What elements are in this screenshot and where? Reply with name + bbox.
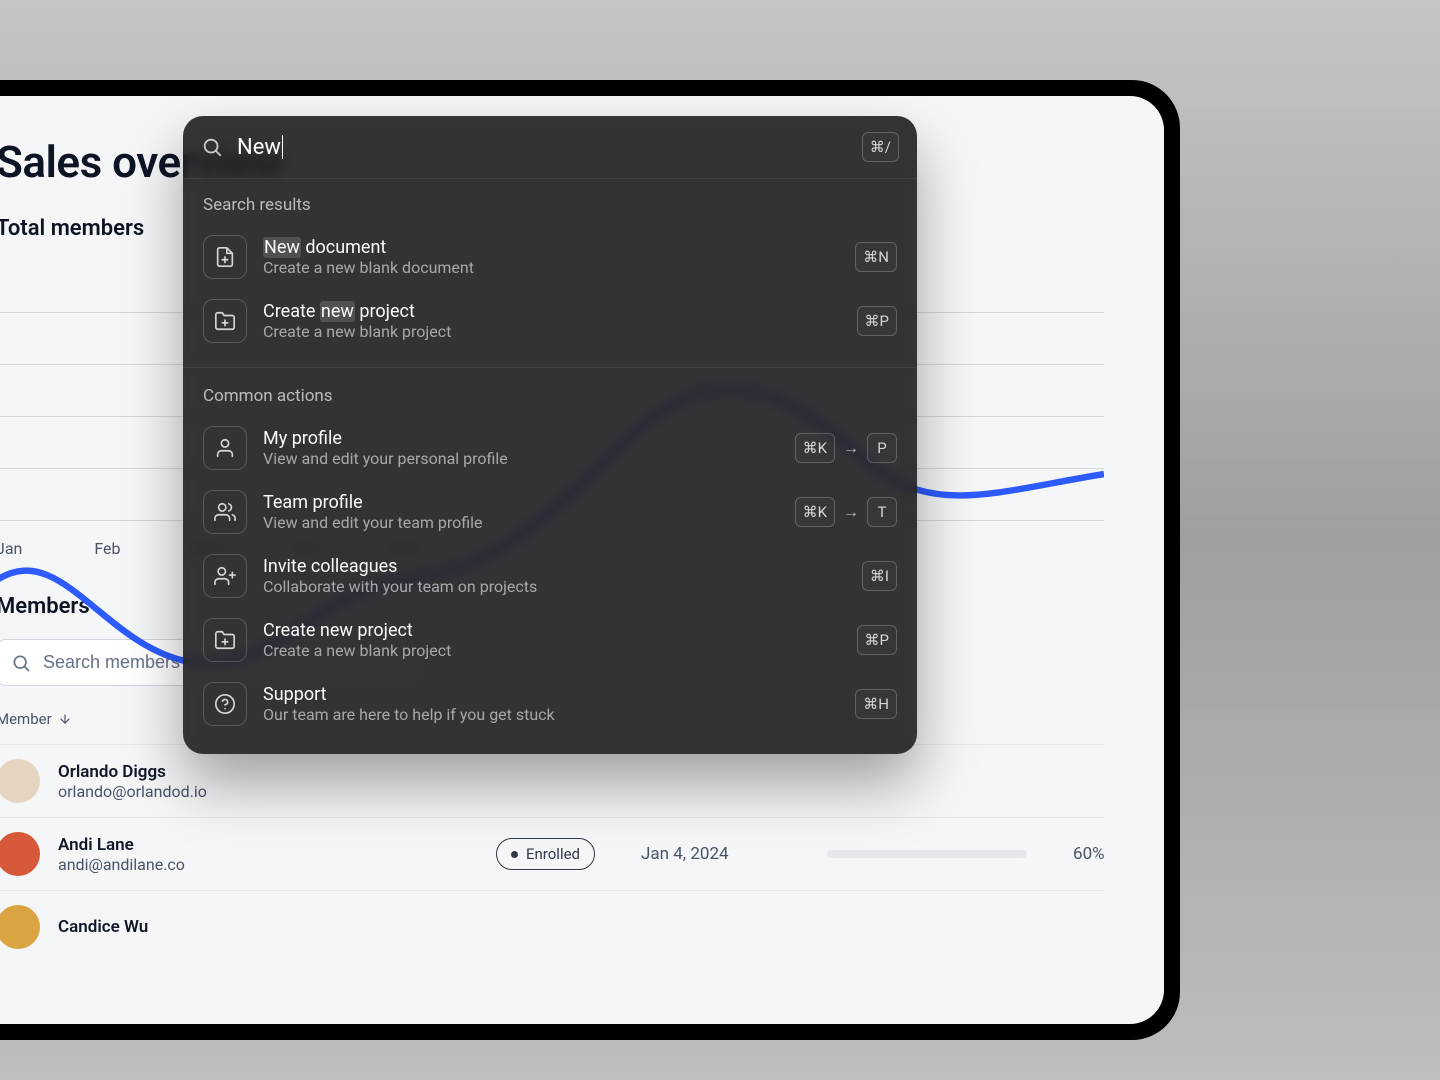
progress-label: 60% (1073, 844, 1129, 864)
arrow-right-icon: → (843, 502, 859, 522)
enroll-date: Jan 4, 2024 (641, 844, 781, 864)
palette-results-section: Search results New document Create a new… (183, 179, 917, 359)
shortcut-key: ⌘N (855, 242, 897, 272)
table-row[interactable]: Andi Lane andi@andilane.co Enrolled Jan … (0, 817, 1104, 890)
member-info: Andi Lane andi@andilane.co (58, 835, 478, 874)
palette-action-my-profile[interactable]: My profile View and edit your personal p… (203, 416, 897, 480)
action-title: Support (263, 684, 839, 705)
command-palette: New ⌘/ Search results New document Creat… (183, 116, 917, 754)
action-title: My profile (263, 428, 779, 449)
file-plus-icon (203, 235, 247, 279)
shortcut-key: ⌘H (855, 689, 897, 719)
action-subtitle: Our team are here to help if you get stu… (263, 705, 839, 724)
palette-open-shortcut: ⌘/ (862, 132, 899, 162)
screen: Sales overview Total members Jan Feb Mar… (0, 96, 1164, 1024)
status-badge: Enrolled (496, 838, 595, 870)
shortcut-key: ⌘P (857, 625, 897, 655)
palette-search-text[interactable]: New (237, 135, 281, 160)
action-title: Invite colleagues (263, 556, 846, 577)
results-heading: Search results (203, 195, 897, 215)
action-subtitle: View and edit your personal profile (263, 449, 779, 468)
result-subtitle: Create a new blank document (263, 258, 839, 277)
arrow-right-icon: → (843, 438, 859, 458)
device-frame: Sales overview Total members Jan Feb Mar… (0, 80, 1180, 1040)
table-row[interactable]: Candice Wu (0, 890, 1104, 963)
shortcut-sequence: ⌘K → T (795, 497, 897, 527)
folder-plus-icon (203, 618, 247, 662)
palette-action-team-profile[interactable]: Team profile View and edit your team pro… (203, 480, 897, 544)
palette-search-row: New ⌘/ (183, 116, 917, 179)
progress-bar (827, 850, 1027, 858)
action-title: Team profile (263, 492, 779, 513)
result-title: Create new project (263, 301, 841, 322)
action-subtitle: Collaborate with your team on projects (263, 577, 846, 596)
row-right: Enrolled Jan 4, 2024 60% (496, 838, 1164, 870)
help-circle-icon (203, 682, 247, 726)
action-subtitle: Create a new blank project (263, 641, 841, 660)
result-subtitle: Create a new blank project (263, 322, 841, 341)
member-name: Candice Wu (58, 917, 478, 937)
palette-action-invite-colleagues[interactable]: Invite colleagues Collaborate with your … (203, 544, 897, 608)
action-title: Create new project (263, 620, 841, 641)
user-icon (203, 426, 247, 470)
palette-action-support[interactable]: Support Our team are here to help if you… (203, 672, 897, 736)
member-email: andi@andilane.co (58, 855, 478, 874)
action-subtitle: View and edit your team profile (263, 513, 779, 532)
result-title: New document (263, 237, 839, 258)
actions-heading: Common actions (203, 386, 897, 406)
shortcut-key: ⌘I (862, 561, 897, 591)
users-icon (203, 490, 247, 534)
avatar (0, 832, 40, 876)
palette-result-create-project[interactable]: Create new project Create a new blank pr… (203, 289, 897, 353)
user-plus-icon (203, 554, 247, 598)
folder-plus-icon (203, 299, 247, 343)
avatar (0, 905, 40, 949)
shortcut-sequence: ⌘K → P (795, 433, 897, 463)
palette-actions-section: Common actions My profile View and edit … (183, 370, 917, 754)
shortcut-key: ⌘P (857, 306, 897, 336)
palette-divider (183, 367, 917, 368)
palette-search-input[interactable] (283, 134, 848, 160)
member-info: Candice Wu (58, 917, 478, 937)
search-icon (201, 136, 223, 158)
palette-result-new-document[interactable]: New document Create a new blank document… (203, 225, 897, 289)
member-name: Andi Lane (58, 835, 478, 855)
palette-action-create-project[interactable]: Create new project Create a new blank pr… (203, 608, 897, 672)
